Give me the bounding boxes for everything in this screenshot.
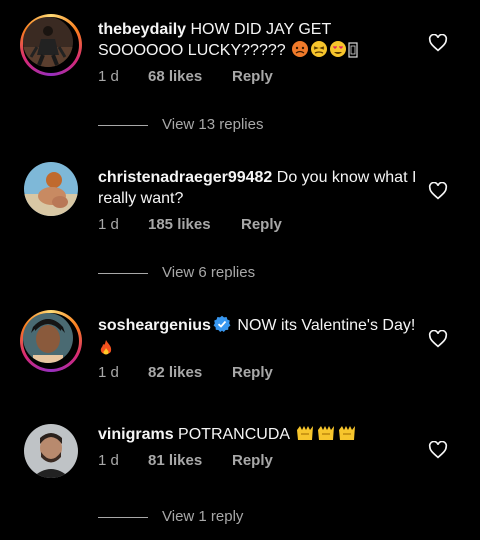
avatar-photo-icon: [24, 162, 78, 216]
divider-line: [98, 273, 148, 274]
reply-button[interactable]: Reply: [232, 364, 273, 381]
persevering-face-emoji-icon: [310, 40, 328, 64]
likes-count[interactable]: 82 likes: [148, 364, 202, 381]
avatar[interactable]: [24, 424, 78, 478]
raising-hands-emoji-icon: [316, 424, 336, 448]
like-heart-icon[interactable]: [428, 33, 448, 57]
timestamp: 1 d: [98, 452, 119, 469]
story-ring-avatar[interactable]: [20, 14, 82, 76]
verified-badge-icon: [213, 315, 231, 339]
timestamp: 1 d: [98, 68, 119, 85]
username-link[interactable]: vinigrams: [98, 426, 174, 443]
story-ring-avatar[interactable]: [20, 310, 82, 372]
avatar-photo-icon: [23, 313, 73, 363]
like-heart-icon[interactable]: [428, 329, 448, 353]
angry-face-emoji-icon: [291, 40, 309, 64]
timestamp: 1 d: [98, 216, 119, 233]
missing-glyph-icon: [348, 42, 358, 64]
heart-eyes-emoji-icon: [329, 40, 347, 64]
username-link[interactable]: thebeydaily: [98, 21, 186, 38]
likes-count[interactable]: 185 likes: [148, 216, 211, 233]
fire-emoji-icon: [99, 339, 113, 363]
avatar[interactable]: [24, 162, 78, 216]
raising-hands-emoji-icon: [337, 424, 357, 448]
reply-button[interactable]: Reply: [241, 216, 282, 233]
avatar-photo-icon: [24, 424, 78, 478]
avatar-photo-icon: [23, 17, 73, 67]
timestamp: 1 d: [98, 364, 119, 381]
likes-count[interactable]: 68 likes: [148, 68, 202, 85]
comment-body: NOW its Valentine's Day!: [237, 317, 416, 334]
like-heart-icon[interactable]: [428, 440, 448, 464]
username-link[interactable]: christenadraeger99482: [98, 169, 272, 186]
likes-count[interactable]: 81 likes: [148, 452, 202, 469]
comment-text: thebeydaily HOW DID JAY GET SOOOOOO LUCK…: [98, 19, 418, 64]
username-link[interactable]: sosheargenius: [98, 317, 211, 334]
comment-text: vinigrams POTRANCUDA: [98, 424, 418, 448]
comment-text: sosheargenius NOW its Valentine's Day!: [98, 315, 418, 363]
comment-text: christenadraeger99482 Do you know what I…: [98, 167, 418, 209]
reply-button[interactable]: Reply: [232, 68, 273, 85]
divider-line: [98, 125, 148, 126]
comment-body: POTRANCUDA: [178, 426, 290, 443]
divider-line: [98, 517, 148, 518]
reply-button[interactable]: Reply: [232, 452, 273, 469]
raising-hands-emoji-icon: [295, 424, 315, 448]
like-heart-icon[interactable]: [428, 181, 448, 205]
